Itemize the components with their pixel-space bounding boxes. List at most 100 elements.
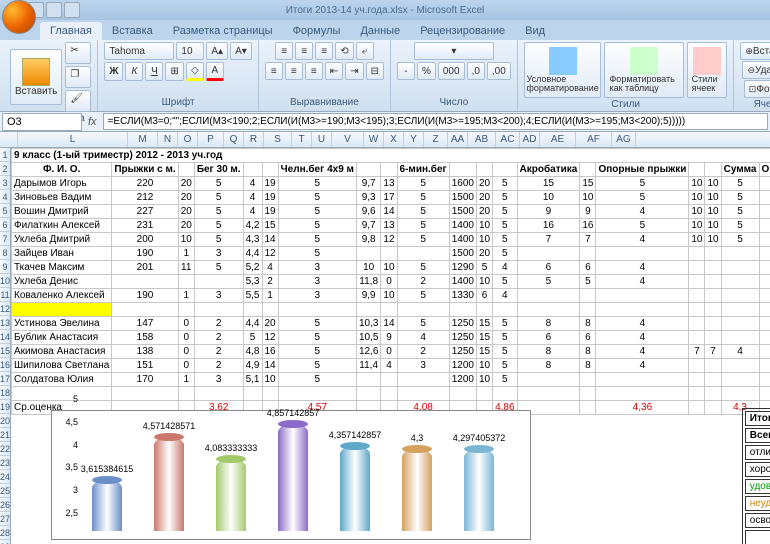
cell[interactable]: 4 [243,177,262,191]
cell[interactable] [493,163,517,177]
cell[interactable]: 5 [278,177,356,191]
cell[interactable]: 5 [596,191,689,205]
cell[interactable]: 10 [689,177,705,191]
cell[interactable] [721,331,759,345]
cell[interactable] [178,387,194,401]
cell[interactable] [243,303,262,317]
cell[interactable]: 15 [476,345,492,359]
tab-Данные[interactable]: Данные [350,22,410,40]
cell[interactable]: Дарымов Игорь [12,177,112,191]
cell[interactable]: 8 [517,359,580,373]
cell[interactable]: 19 [262,177,278,191]
cell[interactable]: Акробатика [517,163,580,177]
tab-Рецензирование[interactable]: Рецензирование [410,22,515,40]
cell[interactable] [194,275,243,289]
cell[interactable] [580,247,596,261]
col-header-U[interactable]: U [312,132,332,147]
cell[interactable] [689,317,705,331]
cell[interactable]: 1 [262,289,278,303]
row-header-11[interactable]: 11 [0,288,10,302]
cell[interactable] [449,387,476,401]
cell[interactable]: 10 [689,191,705,205]
cell[interactable] [517,303,580,317]
cell[interactable]: 212 [112,191,178,205]
row-header-2[interactable]: 2 [0,162,10,176]
shrink-font-button[interactable]: A▾ [230,42,252,60]
cell[interactable]: 73 [759,233,770,247]
row-header-9[interactable]: 9 [0,260,10,274]
align-top-button[interactable]: ≡ [275,42,293,60]
cell[interactable] [356,303,380,317]
cell[interactable]: 5 [278,191,356,205]
cell[interactable]: Уклеба Дмитрий [12,233,112,247]
cell[interactable] [705,401,721,415]
cell[interactable]: 147 [112,317,178,331]
row-header-1[interactable]: 1 [0,148,10,162]
cell[interactable]: 10 [689,219,705,233]
cell[interactable]: 10,3 [356,317,380,331]
cell[interactable] [397,387,449,401]
cell[interactable]: 5 [493,317,517,331]
cell[interactable]: 15 [517,177,580,191]
cell[interactable]: 231 [112,219,178,233]
row-header-12[interactable]: 12 [0,302,10,316]
cell[interactable]: Солдатова Юлия [12,373,112,387]
increase-indent-button[interactable]: ⇥ [345,62,363,80]
bold-button[interactable]: Ж [104,62,123,81]
cell[interactable] [397,303,449,317]
cell[interactable]: 1200 [449,373,476,387]
cell[interactable]: 15 [476,317,492,331]
cell[interactable]: 85 [759,219,770,233]
cell[interactable]: 6 [476,289,492,303]
col-header-AG[interactable]: AG [612,132,636,147]
cell[interactable]: 14 [262,233,278,247]
cell[interactable] [449,163,476,177]
cell[interactable]: Ткачев Максим [12,261,112,275]
name-box[interactable] [2,113,82,131]
cell[interactable]: 4 [262,261,278,275]
cell[interactable]: 16 [580,219,596,233]
cell[interactable]: 4,4 [243,317,262,331]
col-header-Z[interactable]: Z [424,132,448,147]
cell[interactable]: 5 [493,233,517,247]
font-name-input[interactable] [104,42,174,60]
cell[interactable]: 5 [278,359,356,373]
chart[interactable]: 2,533,544,55 3,6153846154,5714285714,083… [51,410,531,540]
cell[interactable]: 10 [476,233,492,247]
align-center-button[interactable]: ≡ [285,62,303,80]
cell[interactable]: 4,2 [243,219,262,233]
cell[interactable]: 9 [381,331,397,345]
col-header-Q[interactable]: Q [224,132,244,147]
cell[interactable] [397,373,449,387]
cell[interactable] [278,387,356,401]
cell[interactable]: 4,8 [243,345,262,359]
row-header-7[interactable]: 7 [0,232,10,246]
cell[interactable] [721,303,759,317]
cell[interactable]: Зайцев Иван [12,247,112,261]
row-header-27[interactable]: 27 [0,512,10,526]
col-header-AA[interactable]: AA [448,132,468,147]
cell[interactable]: Зиновьев Вадим [12,191,112,205]
cell[interactable]: 6 [580,261,596,275]
cell[interactable] [759,303,770,317]
cell[interactable]: 24 [759,289,770,303]
format-cells-button[interactable]: ⊡ Формат [744,80,770,98]
cell[interactable] [517,247,580,261]
cell[interactable] [580,289,596,303]
cell[interactable]: 1500 [449,205,476,219]
cell[interactable]: 12 [262,247,278,261]
cell[interactable]: 5 [493,247,517,261]
cell[interactable]: 1 [178,247,194,261]
cell[interactable]: 9 класс (1-ый триместр) 2012 - 2013 уч.г… [12,149,770,163]
cell[interactable] [721,261,759,275]
cell[interactable]: 10 [476,275,492,289]
cell[interactable]: 20 [178,219,194,233]
cell[interactable]: 4 [493,289,517,303]
row-header-20[interactable]: 20 [0,414,10,428]
cell[interactable] [278,303,356,317]
fx-icon[interactable]: fx [84,116,101,128]
cell[interactable]: 9,7 [356,177,380,191]
cell[interactable] [493,387,517,401]
cell[interactable]: 5 [493,205,517,219]
cell[interactable] [689,373,705,387]
